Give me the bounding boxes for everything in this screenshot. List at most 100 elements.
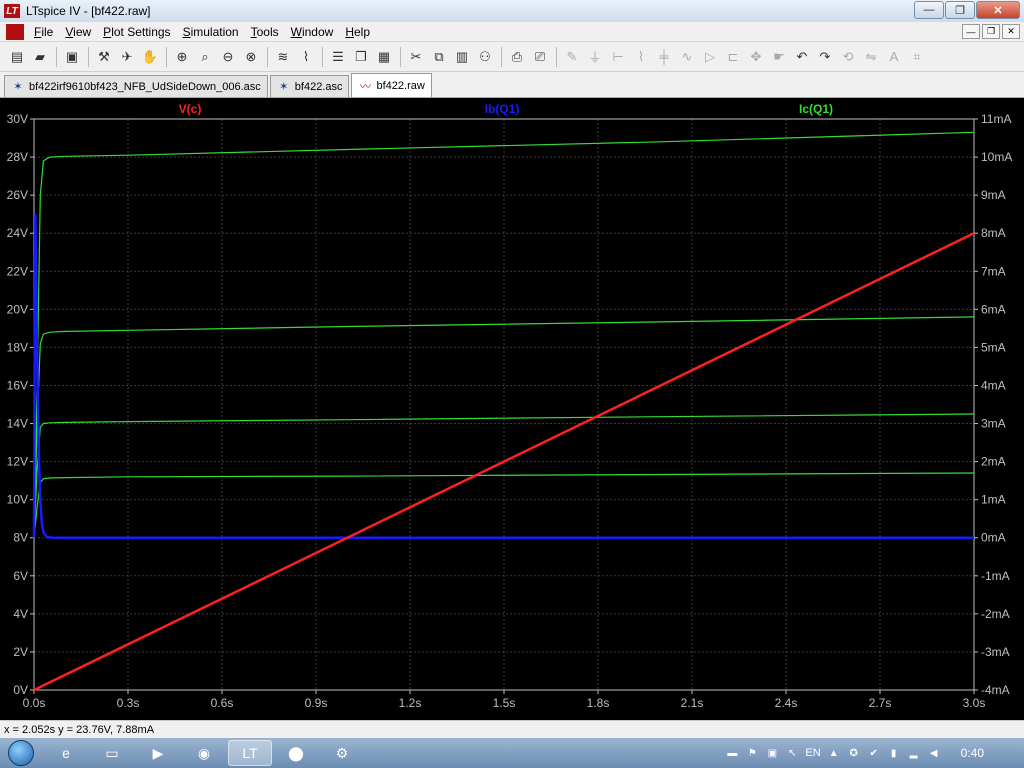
- waveform-chart[interactable]: 0.0s 0.3s 0.6s 0.9s 1.2s 1.5s 1.8s 2.1s 2.4s 2.7s…: [0, 98, 1024, 720]
- resistor-icon[interactable]: ⌇: [630, 46, 652, 68]
- menu-simulation[interactable]: Simulation: [177, 25, 245, 39]
- menu-help[interactable]: Help: [339, 25, 376, 39]
- waveform-plot[interactable]: 0.0s 0.3s 0.6s 0.9s 1.2s 1.5s 1.8s 2.1s 2.4s 2.7s…: [0, 98, 1024, 720]
- zoom-out-icon[interactable]: ⊖: [217, 46, 239, 68]
- explorer-icon[interactable]: ▭: [90, 740, 134, 766]
- inductor-icon[interactable]: ∿: [676, 46, 698, 68]
- y-left-tick-label: 28V: [7, 150, 28, 164]
- redo-icon[interactable]: ↷: [814, 46, 836, 68]
- toolbar-separator: [556, 46, 557, 67]
- y-left-tick-label: 22V: [7, 264, 28, 278]
- ltspice-app-icon[interactable]: LT: [4, 4, 20, 18]
- tab-schematic-main[interactable]: ✶ bf422irf9610bf423_NFB_UdSideDown_006.a…: [4, 75, 268, 97]
- capacitor-icon[interactable]: ╪: [653, 46, 675, 68]
- menu-window[interactable]: Window: [285, 25, 340, 39]
- folder-tray-icon[interactable]: ▬: [725, 746, 739, 760]
- menu-tools[interactable]: Tools: [245, 25, 285, 39]
- ie-icon[interactable]: e: [44, 740, 88, 766]
- print-icon[interactable]: ⎚: [529, 46, 551, 68]
- windows-orb-icon: [8, 740, 34, 766]
- ground-icon[interactable]: ⏚: [584, 46, 606, 68]
- zoom-fit-icon[interactable]: ⊗: [240, 46, 262, 68]
- media-player-icon[interactable]: ▶: [136, 740, 180, 766]
- close-button[interactable]: ✕: [976, 1, 1020, 19]
- battery-tray-icon[interactable]: ▮: [887, 746, 901, 760]
- window-titlebar: LT LTspice IV - [bf422.raw] — ❐ ✕: [0, 0, 1024, 22]
- mdi-close-button[interactable]: ✕: [1002, 24, 1020, 39]
- mirror-icon[interactable]: ⇋: [860, 46, 882, 68]
- cascade-windows-icon[interactable]: ❐: [350, 46, 372, 68]
- minimize-button[interactable]: —: [914, 1, 944, 19]
- tab-label: bf422irf9610bf423_NFB_UdSideDown_006.asc: [29, 80, 261, 93]
- mdi-minimize-button[interactable]: —: [962, 24, 980, 39]
- label-net-icon[interactable]: ⊢: [607, 46, 629, 68]
- x-tick-label: 2.4s: [775, 696, 798, 710]
- document-icon[interactable]: [6, 23, 24, 40]
- paste-icon[interactable]: ▥: [451, 46, 473, 68]
- pick-visible-traces-icon[interactable]: ⌇: [295, 46, 317, 68]
- trace-label-ibq1: Ib(Q1): [485, 102, 520, 116]
- tab-schematic-bf422[interactable]: ✶ bf422.asc: [269, 75, 350, 97]
- menu-file[interactable]: File: [28, 25, 59, 39]
- maximize-button[interactable]: ❐: [945, 1, 975, 19]
- volume-tray-icon[interactable]: ◀: [927, 746, 941, 760]
- run-icon[interactable]: ✈: [116, 46, 138, 68]
- menu-plot-settings[interactable]: Plot Settings: [97, 25, 176, 39]
- status-bar: x = 2.052s y = 23.76V, 7.88mA: [0, 720, 1024, 738]
- taskbar: e ▭ ▶ ◉ LT ⬤ ⚙ ▬ ⚑ ▣ ↖ EN ▲ ✪ ✔ ▮ ▂ ◀ 0:…: [0, 738, 1024, 768]
- print-setup-icon[interactable]: ⎙: [506, 46, 528, 68]
- window-controls: — ❐ ✕: [914, 1, 1020, 19]
- zoom-in-icon[interactable]: ⊕: [171, 46, 193, 68]
- window-title: LTspice IV - [bf422.raw]: [26, 4, 151, 18]
- tile-vertical-icon[interactable]: ▦: [373, 46, 395, 68]
- network-tray-icon[interactable]: ▣: [765, 746, 779, 760]
- y-right-tick-label: 0mA: [981, 531, 1006, 545]
- control-panel-icon[interactable]: ⚒: [93, 46, 115, 68]
- signal-tray-icon[interactable]: ▂: [907, 746, 921, 760]
- new-schematic-icon[interactable]: ▤: [6, 46, 28, 68]
- language-indicator[interactable]: EN: [805, 747, 820, 759]
- x-tick-label: 2.7s: [869, 696, 892, 710]
- clock[interactable]: 0:40: [961, 746, 984, 760]
- zoom-area-icon[interactable]: ⌕: [194, 46, 216, 68]
- cut-icon[interactable]: ✂: [405, 46, 427, 68]
- pointer-tray-icon[interactable]: ↖: [785, 746, 799, 760]
- start-button[interactable]: [0, 738, 42, 768]
- halt-icon[interactable]: ✋: [139, 46, 161, 68]
- ltspice-task-icon[interactable]: LT: [228, 740, 272, 766]
- autorange-icon[interactable]: ≋: [272, 46, 294, 68]
- tool-icon[interactable]: ⚙: [320, 740, 364, 766]
- drag-icon[interactable]: ☛: [768, 46, 790, 68]
- x-tick-label: 3.0s: [963, 696, 986, 710]
- y-right-tick-label: 9mA: [981, 188, 1006, 202]
- copy-icon[interactable]: ⧉: [428, 46, 450, 68]
- toolbar-separator: [166, 46, 167, 67]
- save-icon[interactable]: ▣: [61, 46, 83, 68]
- x-tick-label: 1.8s: [587, 696, 610, 710]
- toolbar: ▤ ▰ ▣ ⚒ ✈ ✋ ⊕ ⌕ ⊖ ⊗ ≋ ⌇ ☰ ❐ ▦ ✂ ⧉ ▥ ⚇ ⎙ …: [0, 42, 1024, 72]
- spice-directive-icon[interactable]: ⌗: [906, 46, 928, 68]
- wire-icon[interactable]: ✎: [561, 46, 583, 68]
- component-icon[interactable]: ⊏: [722, 46, 744, 68]
- move-icon[interactable]: ✥: [745, 46, 767, 68]
- security-tray-icon[interactable]: ✔: [867, 746, 881, 760]
- rotate-icon[interactable]: ⟲: [837, 46, 859, 68]
- tab-waveform-bf422[interactable]: 〰 bf422.raw: [351, 73, 432, 97]
- diode-icon[interactable]: ▷: [699, 46, 721, 68]
- find-icon[interactable]: ⚇: [474, 46, 496, 68]
- tab-label: bf422.asc: [294, 80, 343, 93]
- y-left-tick-label: 26V: [7, 188, 28, 202]
- tile-horizontal-icon[interactable]: ☰: [327, 46, 349, 68]
- update-tray-icon[interactable]: ✪: [847, 746, 861, 760]
- open-folder-icon[interactable]: ▰: [29, 46, 51, 68]
- undo-icon[interactable]: ↶: [791, 46, 813, 68]
- flag-tray-icon[interactable]: ⚑: [745, 746, 759, 760]
- text-icon[interactable]: A: [883, 46, 905, 68]
- mdi-restore-button[interactable]: ❐: [982, 24, 1000, 39]
- show-hidden-icons-icon[interactable]: ▲: [827, 746, 841, 760]
- menu-view[interactable]: View: [59, 25, 97, 39]
- y-left-tick-label: 30V: [7, 112, 28, 126]
- firefox-icon[interactable]: ◉: [182, 740, 226, 766]
- y-left-tick-label: 10V: [7, 493, 28, 507]
- pdf-icon[interactable]: ⬤: [274, 740, 318, 766]
